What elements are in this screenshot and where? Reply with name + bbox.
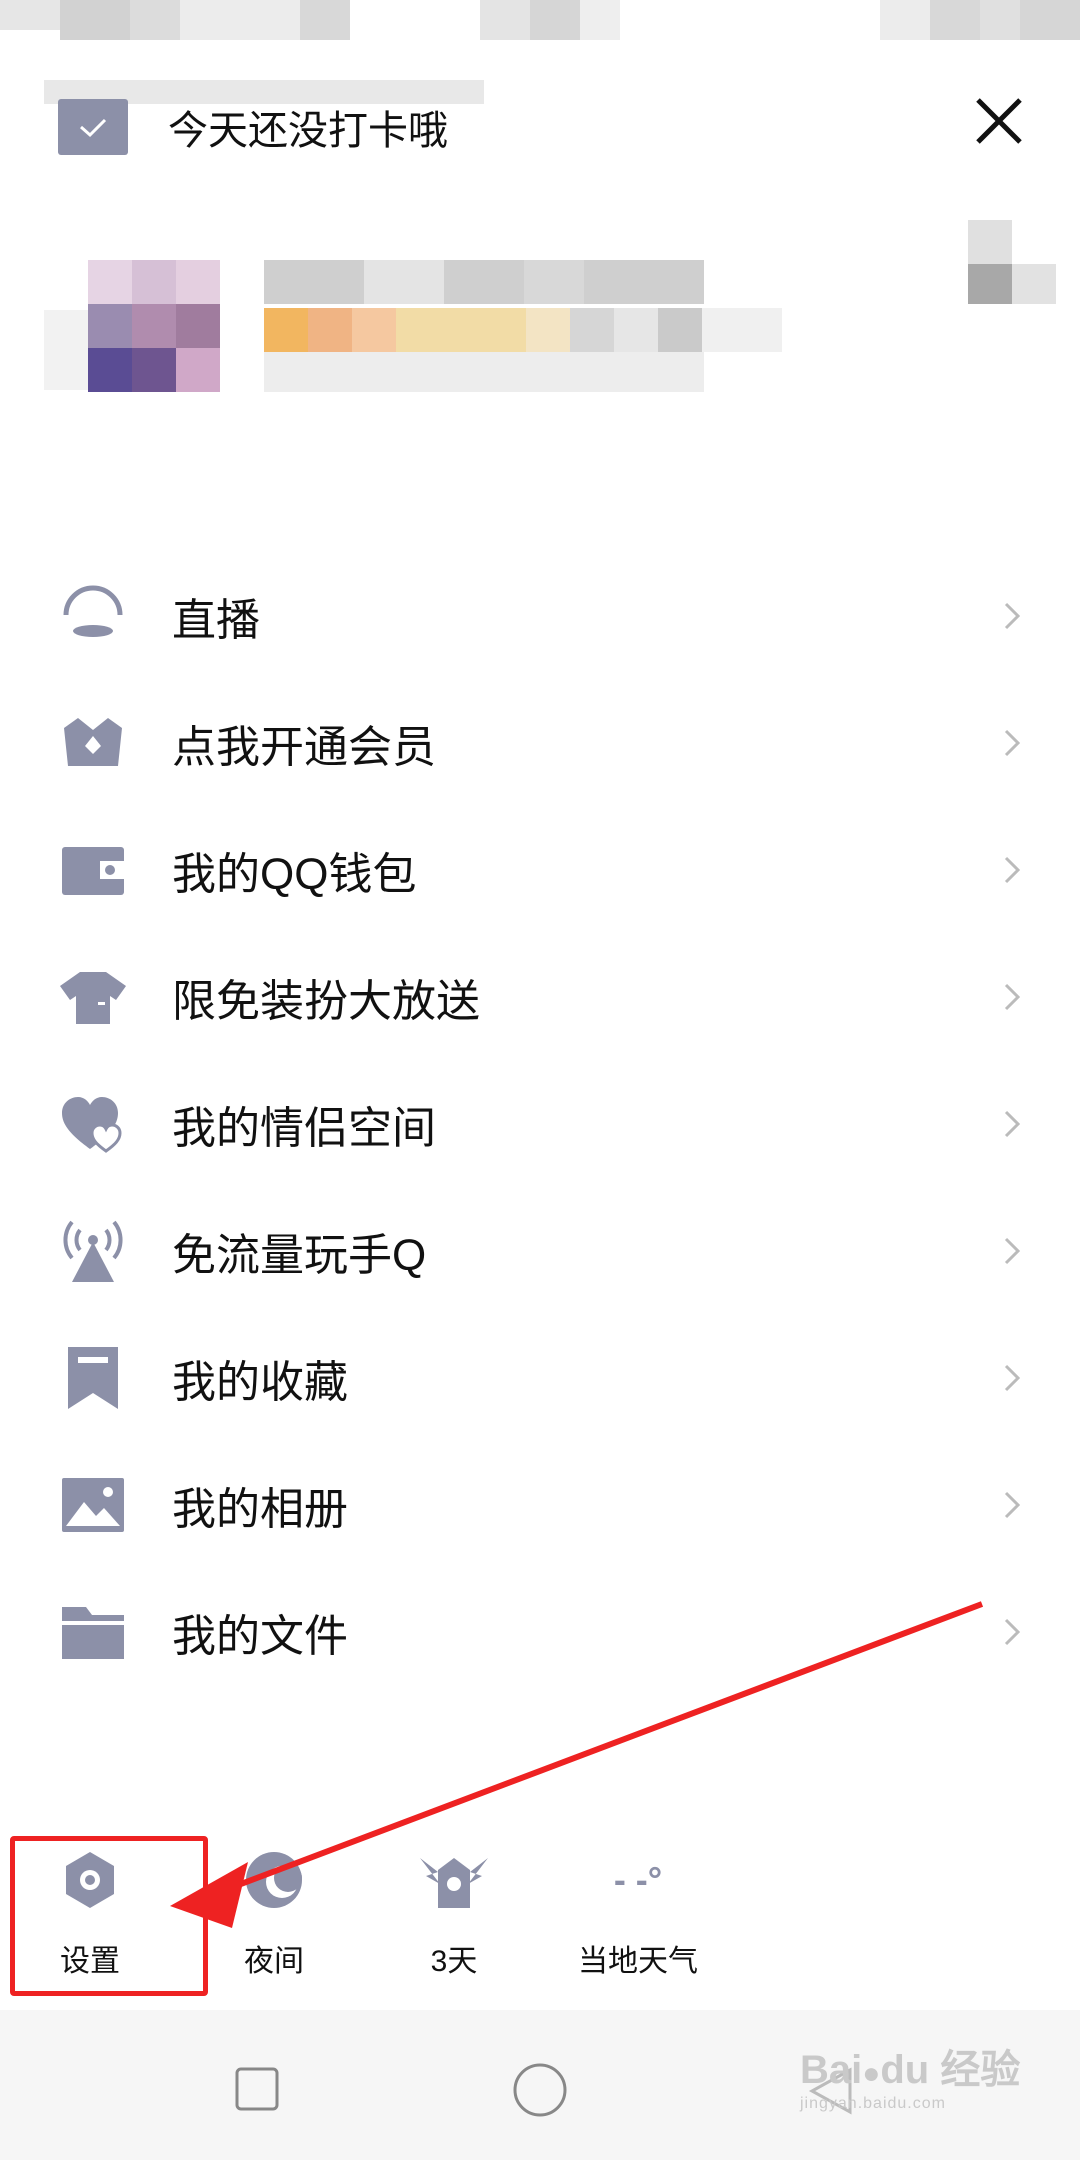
menu-label: 我的文件 xyxy=(172,1611,348,1661)
menu-label: 点我开通会员 xyxy=(172,722,436,772)
bookmark-icon xyxy=(58,1343,128,1413)
wallet-icon xyxy=(58,835,128,905)
menu-item-wallet[interactable]: 我的QQ钱包 xyxy=(0,806,1080,933)
menu-item-free-data[interactable]: 免流量玩手Q xyxy=(0,1187,1080,1314)
night-mode-button[interactable]: 夜间 xyxy=(184,1840,364,2000)
weather-button[interactable]: - -° 当地天气 xyxy=(548,1840,728,2000)
vip-crown-icon xyxy=(58,708,128,778)
night-mode-label: 夜间 xyxy=(244,1945,304,1978)
weather-temperature: - -° xyxy=(598,1840,678,1920)
menu-item-couple[interactable]: 我的情侣空间 xyxy=(0,1060,1080,1187)
menu-label: 我的相册 xyxy=(172,1484,348,1534)
chevron-right-icon xyxy=(1004,983,1021,1010)
status-bar-blurred xyxy=(0,0,1080,104)
checkin-days-label: 3天 xyxy=(430,1945,478,1978)
menu-label: 我的情侣空间 xyxy=(172,1103,436,1153)
menu-label: 我的收藏 xyxy=(172,1357,348,1407)
chevron-right-icon xyxy=(1004,1618,1021,1645)
close-icon[interactable] xyxy=(966,88,1032,154)
chevron-right-icon xyxy=(1004,856,1021,883)
checkin-label: 今天还没打卡哦 xyxy=(168,109,448,153)
chevron-right-icon xyxy=(1004,1364,1021,1391)
menu-label: 我的QQ钱包 xyxy=(172,849,417,899)
menu-item-files[interactable]: 我的文件 xyxy=(0,1568,1080,1695)
night-mode-icon xyxy=(234,1840,314,1920)
menu-item-dressup[interactable]: 限免装扮大放送 xyxy=(0,933,1080,1060)
checkin-row[interactable]: 今天还没打卡哦 xyxy=(58,95,448,159)
profile-card-blurred[interactable] xyxy=(44,220,1056,420)
menu-label: 直播 xyxy=(172,595,260,645)
annotation-highlight-box xyxy=(10,1836,208,1996)
signal-tower-icon xyxy=(58,1216,128,1286)
checkin-days-button[interactable]: 3天 xyxy=(364,1840,544,2000)
couple-heart-icon xyxy=(58,1089,128,1159)
weather-label: 当地天气 xyxy=(578,1945,698,1978)
chevron-right-icon xyxy=(1004,729,1021,756)
chevron-right-icon xyxy=(1004,1237,1021,1264)
chevron-right-icon xyxy=(1004,1491,1021,1518)
live-icon xyxy=(58,581,128,651)
checkin-checkbox-icon xyxy=(58,99,128,155)
angel-badge-icon xyxy=(414,1840,494,1920)
chevron-right-icon xyxy=(1004,1110,1021,1137)
home-icon[interactable] xyxy=(512,2062,568,2118)
baidu-jingyan-watermark: Bai●du 经验 jingyan.baidu.com xyxy=(800,2048,1021,2112)
menu-label: 限免装扮大放送 xyxy=(172,976,480,1026)
tshirt-icon xyxy=(58,962,128,1032)
menu-item-live[interactable]: 直播 xyxy=(0,552,1080,679)
menu-item-album[interactable]: 我的相册 xyxy=(0,1441,1080,1568)
menu-item-favorites[interactable]: 我的收藏 xyxy=(0,1314,1080,1441)
photo-album-icon xyxy=(58,1470,128,1540)
weather-value: - -° xyxy=(613,1859,663,1900)
menu-item-vip[interactable]: 点我开通会员 xyxy=(0,679,1080,806)
menu-label: 免流量玩手Q xyxy=(172,1230,427,1280)
folder-icon xyxy=(58,1597,128,1667)
recent-apps-icon[interactable] xyxy=(234,2066,280,2112)
chevron-right-icon xyxy=(1004,602,1021,629)
